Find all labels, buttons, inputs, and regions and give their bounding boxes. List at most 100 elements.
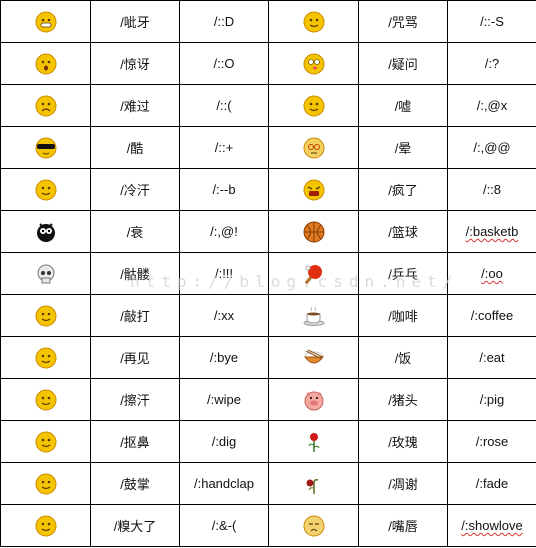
table-row: /骷髅 /:!!! /乒乓 /:oo (0, 252, 536, 295)
table-row: /衰 /:,@! /篮球 /:basketb (0, 210, 536, 253)
table-row: /冷汗 /:--b/疯了 /::8 (0, 168, 536, 211)
emoticon-icon-cell (268, 420, 359, 463)
emoticon-name: /呲牙 (90, 0, 180, 43)
embarrassed-face-icon (35, 515, 57, 537)
dizzy-face-icon (303, 137, 325, 159)
emoticon-code-text: /:showlove (461, 518, 523, 533)
pick-nose-face-icon (35, 431, 57, 453)
wipe-sweat-face-icon (35, 389, 57, 411)
emoticon-icon-cell (268, 294, 359, 337)
emoticon-code: /:coffee (447, 294, 536, 337)
emoticon-table: /呲牙/::D/咒骂/::-S/惊讶/::O/疑问/:?/难过/::(/嘘/:,… (0, 0, 536, 547)
confused-face-icon (303, 53, 325, 75)
emoticon-code: /:handclap (179, 462, 269, 505)
emoticon-name: /疯了 (358, 168, 448, 211)
emoticon-code-text: /:rose (475, 434, 509, 449)
pig-icon (303, 389, 325, 411)
table-row: /鼓掌 /:handclap/凋谢 /:fade (0, 462, 536, 505)
emoticon-name: /疑问 (358, 42, 448, 85)
emoticon-code: /:showlove (447, 504, 536, 547)
emoticon-code: /:? (447, 42, 536, 85)
emoticon-icon-cell (0, 336, 91, 379)
rice-bowl-icon (303, 347, 325, 369)
table-row: /惊讶 /::O/疑问 /:? (0, 42, 536, 85)
emoticon-table-body: /呲牙/::D/咒骂/::-S/惊讶/::O/疑问/:?/难过/::(/嘘/:,… (0, 0, 536, 547)
emoticon-icon-cell (268, 462, 359, 505)
emoticon-icon-cell (268, 504, 359, 547)
emoticon-code: /:&-( (179, 504, 269, 547)
emoticon-code: /:--b (179, 168, 269, 211)
emoticon-code-text: /:fade (475, 476, 509, 491)
emoticon-icon-cell (268, 42, 359, 85)
bye-face-icon (35, 347, 57, 369)
table-row: /糗大了 /:&-(/嘴唇 /:showlove (0, 504, 536, 547)
emoticon-icon-cell (0, 126, 91, 169)
crazy-face-icon (303, 179, 325, 201)
emoticon-name: /凋谢 (358, 462, 448, 505)
emoticon-name: /鼓掌 (90, 462, 180, 505)
emoticon-icon-cell (0, 504, 91, 547)
emoticon-code-text: /:? (484, 56, 500, 71)
emoticon-icon-cell (0, 252, 91, 295)
emoticon-code-text: /:coffee (470, 308, 514, 323)
emoticon-code: /:,@! (179, 210, 269, 253)
emoticon-code: /:,@@ (447, 126, 536, 169)
sad-face-icon (35, 95, 57, 117)
emoticon-name: /抠鼻 (90, 420, 180, 463)
table-row: /酷 /::+ /晕 /:,@@ (0, 126, 536, 169)
emoticon-icon-cell (268, 0, 359, 43)
emoticon-icon-cell (0, 42, 91, 85)
emoticon-name: /饭 (358, 336, 448, 379)
grin-face-icon (35, 11, 57, 33)
emoticon-code: /:rose (447, 420, 536, 463)
emoticon-code: /:,@x (447, 84, 536, 127)
emoticon-name: /嘴唇 (358, 504, 448, 547)
emoticon-name: /擦汗 (90, 378, 180, 421)
emoticon-icon-cell (0, 210, 91, 253)
emoticon-code-text: /:,@x (476, 98, 508, 113)
emoticon-name: /再见 (90, 336, 180, 379)
emoticon-code-text: /:pig (479, 392, 505, 407)
faded-rose-icon (303, 473, 325, 495)
emoticon-name: /玫瑰 (358, 420, 448, 463)
coffee-icon (303, 305, 325, 327)
ping-pong-icon (303, 263, 325, 285)
emoticon-name: /乒乓 (358, 252, 448, 295)
emoticon-icon-cell (268, 84, 359, 127)
clap-face-icon (35, 473, 57, 495)
emoticon-code-text: /:eat (479, 350, 505, 365)
emoticon-code: /::8 (447, 168, 536, 211)
knock-face-icon (35, 305, 57, 327)
emoticon-code-text: /:bye (209, 350, 239, 365)
emoticon-name: /冷汗 (90, 168, 180, 211)
emoticon-code: /::D (179, 0, 269, 43)
emoticon-name: /酷 (90, 126, 180, 169)
emoticon-code-text: /:wipe (207, 392, 241, 407)
emoticon-icon-cell (0, 378, 91, 421)
rose-icon (303, 431, 325, 453)
emoticon-icon-cell (0, 84, 91, 127)
table-row: /再见 /:bye/饭 /:eat (0, 336, 536, 379)
emoticon-code-text: /:,@@ (473, 140, 511, 155)
emoticon-icon-cell (268, 252, 359, 295)
emoticon-icon-cell (268, 378, 359, 421)
table-row: /敲打 /:xx/咖啡 /:coffee (0, 294, 536, 337)
emoticon-icon-cell (0, 420, 91, 463)
emoticon-code: /:eat (447, 336, 536, 379)
emoticon-code: /:!!! (179, 252, 269, 295)
emoticon-name: /惊讶 (90, 42, 180, 85)
emoticon-name: /篮球 (358, 210, 448, 253)
emoticon-code-text: /::O (213, 56, 235, 71)
emoticon-code-text: /::+ (214, 140, 234, 155)
cold-sweat-face-icon (35, 179, 57, 201)
emoticon-name: /骷髅 (90, 252, 180, 295)
emoticon-code-text: /:xx (213, 308, 235, 323)
emoticon-code-text: /:basketb (465, 224, 519, 239)
emoticon-code-text: /::( (216, 98, 232, 113)
emoticon-code: /:fade (447, 462, 536, 505)
emoticon-icon-cell (0, 0, 91, 43)
emoticon-name: /难过 (90, 84, 180, 127)
emoticon-code-text: /::8 (482, 182, 502, 197)
emoticon-code-text: /::-S (480, 14, 504, 29)
emoticon-name: /晕 (358, 126, 448, 169)
